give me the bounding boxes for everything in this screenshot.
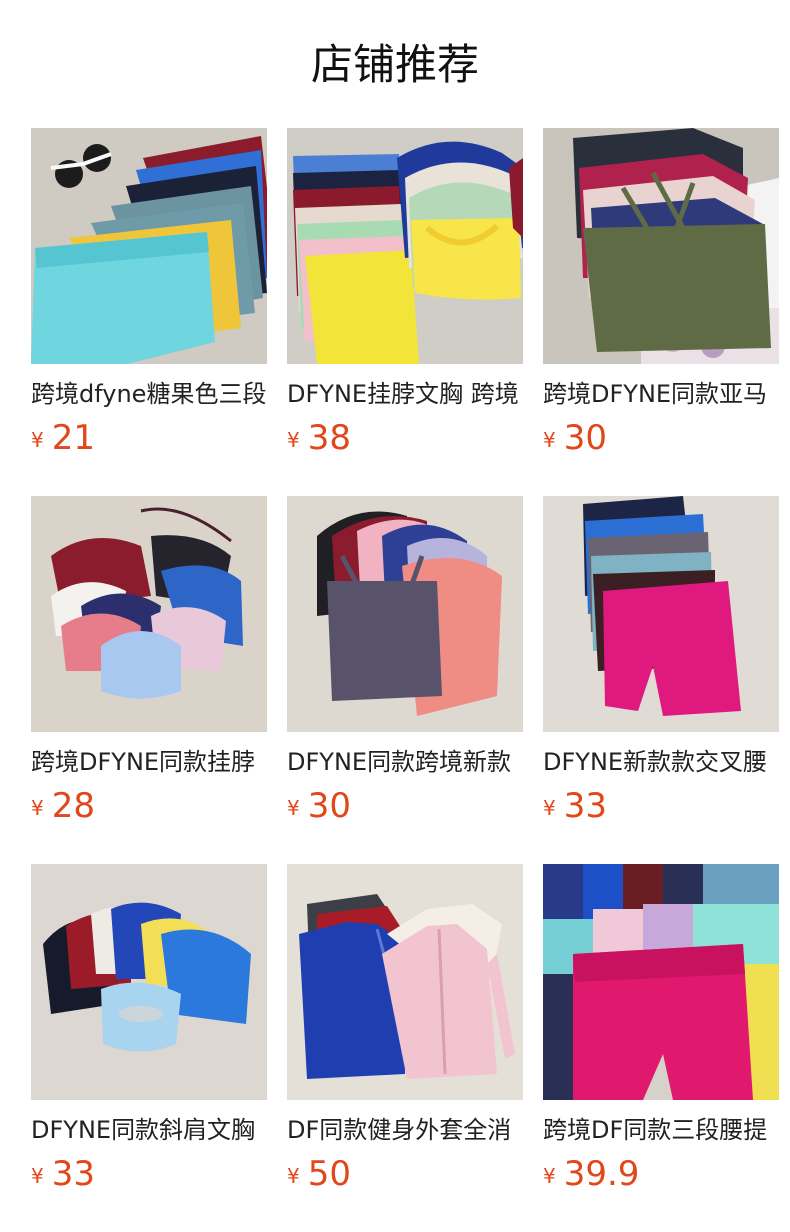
product-name[interactable]: 跨境dfyne糖果色三段 <box>31 376 267 412</box>
currency-symbol: ¥ <box>543 428 556 452</box>
product-card[interactable]: DF同款健身外套全消 ¥50 <box>287 864 523 1204</box>
price-value: 30 <box>307 786 351 826</box>
product-card[interactable]: DFYNE挂脖文胸 跨境 ¥38 <box>287 128 523 468</box>
product-image[interactable] <box>287 128 523 364</box>
product-card[interactable]: DFYNE同款跨境新款 ¥30 <box>287 496 523 836</box>
product-card[interactable]: 跨境dfyne糖果色三段 ¥21 <box>31 128 267 468</box>
product-name[interactable]: 跨境DFYNE同款亚马 <box>543 376 779 412</box>
product-card[interactable]: 跨境DF同款三段腰提 ¥39.9 <box>543 864 779 1204</box>
product-image[interactable] <box>287 496 523 732</box>
price-value: 33 <box>51 1154 95 1194</box>
price-value: 28 <box>51 786 95 826</box>
section-title: 店铺推荐 <box>310 40 479 89</box>
currency-symbol: ¥ <box>287 1164 300 1188</box>
price-value: 50 <box>307 1154 351 1194</box>
product-price: ¥33 <box>31 1154 95 1194</box>
product-name[interactable]: DFYNE同款斜肩文胸 <box>31 1112 267 1148</box>
product-card[interactable]: 跨境DFYNE同款亚马 ¥30 <box>543 128 779 468</box>
price-value: 21 <box>51 418 95 458</box>
product-price: ¥21 <box>31 418 95 458</box>
currency-symbol: ¥ <box>287 428 300 452</box>
product-image[interactable] <box>287 864 523 1100</box>
product-name[interactable]: DFYNE同款跨境新款 <box>287 744 523 780</box>
product-card[interactable]: 跨境DFYNE同款挂脖 ¥28 <box>31 496 267 836</box>
product-image[interactable] <box>31 496 267 732</box>
product-price: ¥38 <box>287 418 351 458</box>
price-value: 33 <box>563 786 607 826</box>
product-name[interactable]: DFYNE新款款交叉腰 <box>543 744 779 780</box>
product-price: ¥50 <box>287 1154 351 1194</box>
product-price: ¥30 <box>287 786 351 826</box>
product-card[interactable]: DFYNE新款款交叉腰 ¥33 <box>543 496 779 836</box>
product-name[interactable]: DFYNE挂脖文胸 跨境 <box>287 376 523 412</box>
currency-symbol: ¥ <box>31 428 44 452</box>
currency-symbol: ¥ <box>31 1164 44 1188</box>
product-image[interactable] <box>31 864 267 1100</box>
product-image[interactable] <box>543 128 779 364</box>
price-value: 39.9 <box>563 1154 640 1194</box>
price-value: 38 <box>307 418 351 458</box>
product-name[interactable]: DF同款健身外套全消 <box>287 1112 523 1148</box>
product-image[interactable] <box>31 128 267 364</box>
currency-symbol: ¥ <box>543 796 556 820</box>
product-price: ¥39.9 <box>543 1154 639 1194</box>
product-card[interactable]: DFYNE同款斜肩文胸 ¥33 <box>31 864 267 1204</box>
product-image[interactable] <box>543 864 779 1100</box>
product-price: ¥33 <box>543 786 607 826</box>
currency-symbol: ¥ <box>287 796 300 820</box>
price-value: 30 <box>563 418 607 458</box>
product-price: ¥28 <box>31 786 95 826</box>
product-name[interactable]: 跨境DF同款三段腰提 <box>543 1112 779 1148</box>
currency-symbol: ¥ <box>543 1164 556 1188</box>
product-image[interactable] <box>543 496 779 732</box>
product-price: ¥30 <box>543 418 607 458</box>
store-recommendations-page: 店铺推荐 跨境dfyne糖果色三段 ¥21 DFYNE挂脖文胸 跨境 ¥ 38 … <box>0 0 790 1232</box>
product-name[interactable]: 跨境DFYNE同款挂脖 <box>31 744 267 780</box>
currency-symbol: ¥ <box>31 796 44 820</box>
